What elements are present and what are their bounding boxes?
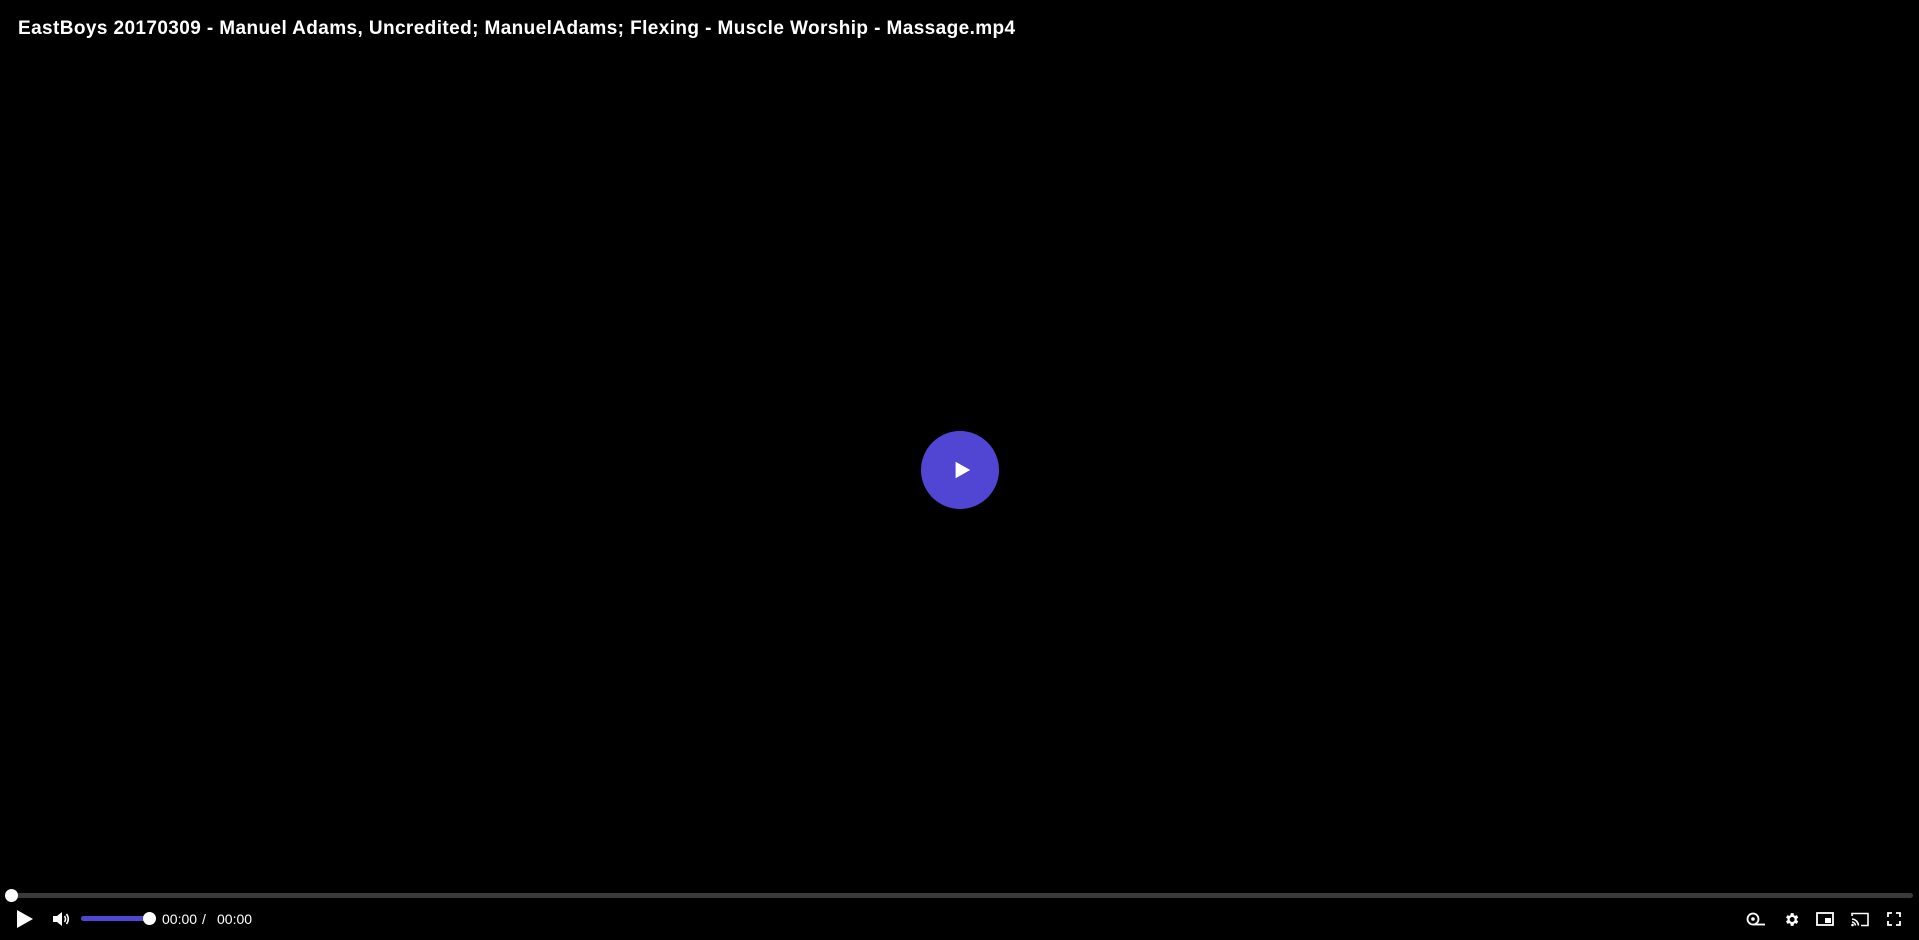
duration: 00:00 — [217, 911, 253, 927]
seek-bar-thumb[interactable] — [5, 889, 18, 902]
captions-icon — [1746, 912, 1765, 926]
volume-slider[interactable] — [81, 912, 156, 925]
volume-icon — [53, 912, 70, 926]
control-bar: 00:00 / 00:00 — [0, 905, 1919, 933]
volume-slider-thumb[interactable] — [142, 912, 156, 925]
play-icon — [17, 910, 33, 928]
settings-button[interactable] — [1779, 905, 1803, 933]
cast-icon — [1851, 912, 1869, 926]
seek-bar[interactable] — [5, 889, 1913, 902]
big-play-button[interactable] — [921, 431, 999, 509]
play-icon — [955, 461, 971, 479]
fullscreen-button[interactable] — [1883, 905, 1905, 933]
mute-button[interactable] — [50, 905, 72, 933]
cast-button[interactable] — [1848, 905, 1872, 933]
pip-button[interactable] — [1813, 905, 1837, 933]
fullscreen-icon — [1887, 912, 1901, 926]
volume-slider-fill — [81, 916, 149, 921]
picture-in-picture-icon — [1816, 912, 1834, 926]
gear-icon — [1785, 912, 1798, 926]
play-button[interactable] — [14, 905, 36, 933]
captions-button[interactable] — [1744, 905, 1768, 933]
video-title: EastBoys 20170309 - Manuel Adams, Uncred… — [18, 18, 1016, 39]
current-time: 00:00 — [162, 911, 198, 927]
time-separator: / — [202, 911, 206, 927]
